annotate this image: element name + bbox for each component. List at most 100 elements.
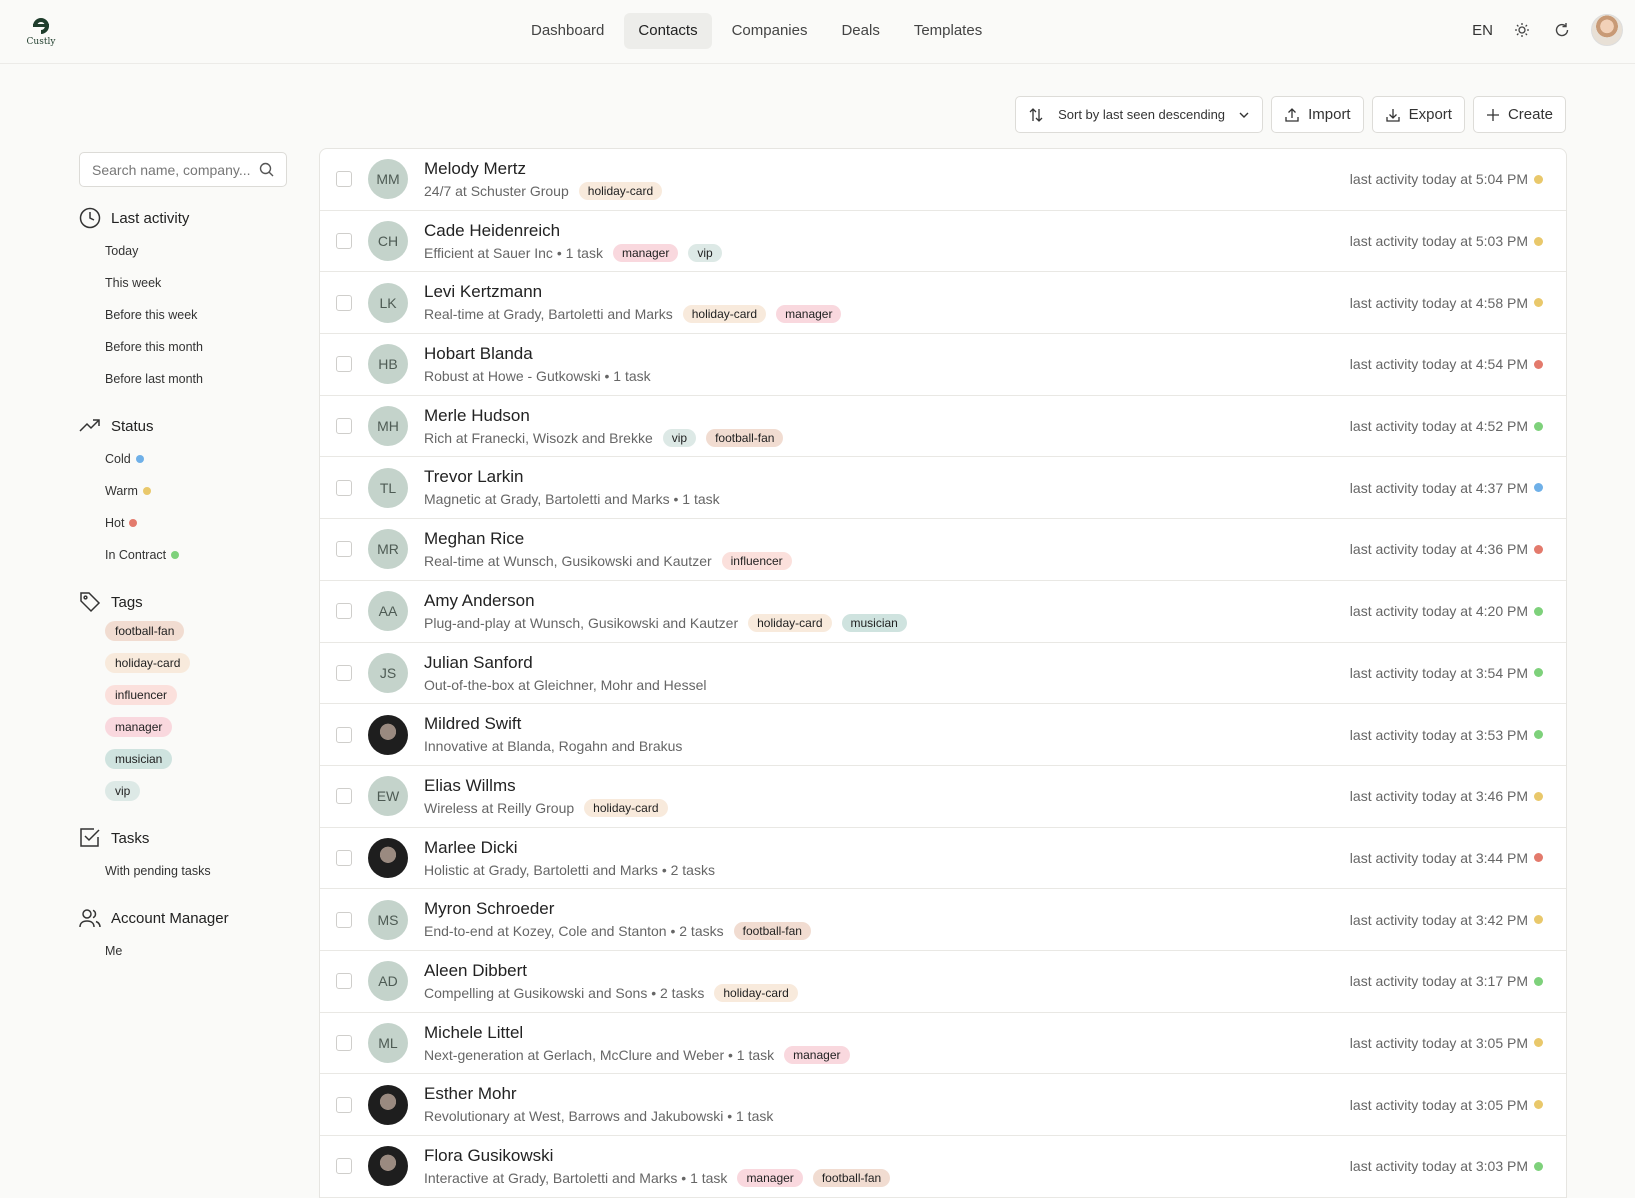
contact-row[interactable]: HB Hobart Blanda Robust at Howe - Gutkow…: [320, 334, 1566, 396]
search-input[interactable]: Search name, company...: [79, 152, 287, 187]
filter-status-warm[interactable]: Warm: [79, 475, 287, 507]
row-checkbox[interactable]: [336, 788, 352, 805]
contact-tag[interactable]: football-fan: [812, 1169, 891, 1187]
contact-initials-avatar[interactable]: MR: [368, 529, 408, 570]
contact-row[interactable]: MM Melody Mertz 24/7 at Schuster Group ho…: [320, 149, 1566, 211]
filter-tag-holiday-card[interactable]: holiday-card: [105, 653, 191, 673]
filter-before-this-month[interactable]: Before this month: [79, 331, 287, 363]
contact-initials-avatar[interactable]: CH: [368, 221, 408, 262]
filter-status-in-contract[interactable]: In Contract: [79, 539, 287, 571]
contact-tag[interactable]: holiday-card: [682, 305, 767, 324]
contact-name[interactable]: Marlee Dicki: [424, 838, 715, 858]
contact-tag[interactable]: holiday-card: [584, 798, 668, 817]
contact-initials-avatar[interactable]: EW: [368, 776, 408, 817]
contact-name[interactable]: Amy Anderson: [424, 591, 907, 611]
contact-initials-avatar[interactable]: ML: [368, 1022, 408, 1063]
contact-initials-avatar[interactable]: MS: [368, 899, 408, 940]
user-avatar[interactable]: [1591, 14, 1623, 46]
row-checkbox[interactable]: [336, 541, 352, 558]
contact-row[interactable]: LK Levi Kertzmann Real-time at Grady, Ba…: [320, 272, 1566, 335]
contact-tag[interactable]: holiday-card: [714, 983, 798, 1002]
contact-name[interactable]: Elias Willms: [424, 776, 668, 796]
contact-initials-avatar[interactable]: HB: [368, 344, 408, 385]
filter-tag-football-fan[interactable]: football-fan: [105, 621, 185, 641]
nav-deals[interactable]: Deals: [827, 13, 893, 49]
contact-name[interactable]: Levi Kertzmann: [424, 282, 841, 302]
contact-photo-avatar[interactable]: [368, 837, 408, 878]
contact-name[interactable]: Flora Gusikowski: [424, 1146, 890, 1166]
row-checkbox[interactable]: [336, 849, 352, 866]
row-checkbox[interactable]: [336, 664, 352, 681]
contact-name[interactable]: Melody Mertz: [424, 159, 662, 179]
contact-row[interactable]: AA Amy Anderson Plug-and-play at Wunsch,…: [320, 581, 1566, 643]
filter-status-cold[interactable]: Cold: [79, 443, 287, 475]
nav-companies[interactable]: Companies: [718, 13, 822, 49]
contact-tag[interactable]: vip: [662, 428, 697, 447]
language-selector[interactable]: EN: [1472, 22, 1493, 39]
contact-row[interactable]: EW Elias Willms Wireless at Reilly Group…: [320, 766, 1566, 828]
contact-tag[interactable]: vip: [688, 243, 722, 262]
row-checkbox[interactable]: [336, 911, 352, 928]
row-checkbox[interactable]: [336, 973, 352, 990]
contact-name[interactable]: Myron Schroeder: [424, 899, 811, 919]
contact-photo-avatar[interactable]: [368, 1084, 408, 1125]
refresh-icon[interactable]: [1551, 19, 1573, 41]
filter-tag-musician[interactable]: musician: [105, 749, 173, 769]
contact-name[interactable]: Meghan Rice: [424, 529, 792, 549]
contact-row[interactable]: Marlee Dicki Holistic at Grady, Bartolet…: [320, 828, 1566, 890]
contact-tag[interactable]: football-fan: [706, 428, 784, 447]
contact-tag[interactable]: holiday-card: [748, 613, 832, 632]
contact-name[interactable]: Merle Hudson: [424, 406, 783, 426]
row-checkbox[interactable]: [336, 418, 352, 435]
contact-initials-avatar[interactable]: TL: [368, 467, 408, 508]
contact-tag[interactable]: musician: [841, 613, 907, 632]
row-checkbox[interactable]: [336, 171, 352, 188]
contact-initials-avatar[interactable]: MM: [368, 159, 408, 200]
filter-tag-influencer[interactable]: influencer: [105, 685, 178, 705]
contact-name[interactable]: Trevor Larkin: [424, 467, 720, 487]
nav-templates[interactable]: Templates: [900, 13, 996, 49]
row-checkbox[interactable]: [336, 603, 352, 620]
row-checkbox[interactable]: [336, 479, 352, 496]
contact-tag[interactable]: manager: [776, 305, 842, 324]
contact-row[interactable]: MH Merle Hudson Rich at Franecki, Wisozk…: [320, 396, 1566, 458]
filter-tag-manager[interactable]: manager: [105, 717, 173, 737]
contact-row[interactable]: Esther Mohr Revolutionary at West, Barro…: [320, 1074, 1566, 1136]
contact-tag[interactable]: football-fan: [733, 922, 811, 941]
contact-row[interactable]: JS Julian Sanford Out-of-the-box at Glei…: [320, 643, 1566, 705]
app-logo[interactable]: Custly: [26, 14, 56, 48]
contact-tag[interactable]: manager: [612, 243, 679, 262]
contact-photo-avatar[interactable]: [368, 1146, 408, 1187]
filter-pending-tasks[interactable]: With pending tasks: [79, 855, 287, 887]
contact-photo-avatar[interactable]: [368, 714, 408, 755]
nav-contacts[interactable]: Contacts: [624, 13, 712, 49]
contact-initials-avatar[interactable]: AA: [368, 591, 408, 632]
sun-icon[interactable]: [1511, 19, 1533, 41]
row-checkbox[interactable]: [336, 1158, 352, 1175]
contact-row[interactable]: MS Myron Schroeder End-to-end at Kozey, …: [320, 889, 1566, 951]
contact-initials-avatar[interactable]: LK: [368, 282, 408, 323]
contact-name[interactable]: Michele Littel: [424, 1023, 850, 1043]
filter-before-last-month[interactable]: Before last month: [79, 363, 287, 395]
contact-initials-avatar[interactable]: JS: [368, 652, 408, 693]
sort-select[interactable]: Sort by last seen descending: [1015, 96, 1264, 133]
row-checkbox[interactable]: [336, 1096, 352, 1113]
row-checkbox[interactable]: [336, 233, 352, 250]
row-checkbox[interactable]: [336, 294, 352, 311]
contact-name[interactable]: Esther Mohr: [424, 1084, 773, 1104]
import-button[interactable]: Import: [1271, 96, 1364, 133]
filter-manager-me[interactable]: Me: [79, 935, 287, 967]
contact-name[interactable]: Cade Heidenreich: [424, 221, 722, 241]
row-checkbox[interactable]: [336, 356, 352, 373]
contact-row[interactable]: AD Aleen Dibbert Compelling at Gusikowsk…: [320, 951, 1566, 1013]
contact-tag[interactable]: influencer: [721, 552, 792, 571]
row-checkbox[interactable]: [336, 1034, 352, 1051]
contact-name[interactable]: Mildred Swift: [424, 714, 682, 734]
export-button[interactable]: Export: [1371, 96, 1465, 133]
filter-this-week[interactable]: This week: [79, 267, 287, 299]
contact-name[interactable]: Hobart Blanda: [424, 344, 651, 364]
contact-row[interactable]: ML Michele Littel Next-generation at Ger…: [320, 1013, 1566, 1075]
contact-tag[interactable]: manager: [784, 1045, 850, 1064]
contact-initials-avatar[interactable]: MH: [368, 406, 408, 447]
filter-tag-vip[interactable]: vip: [105, 781, 141, 801]
